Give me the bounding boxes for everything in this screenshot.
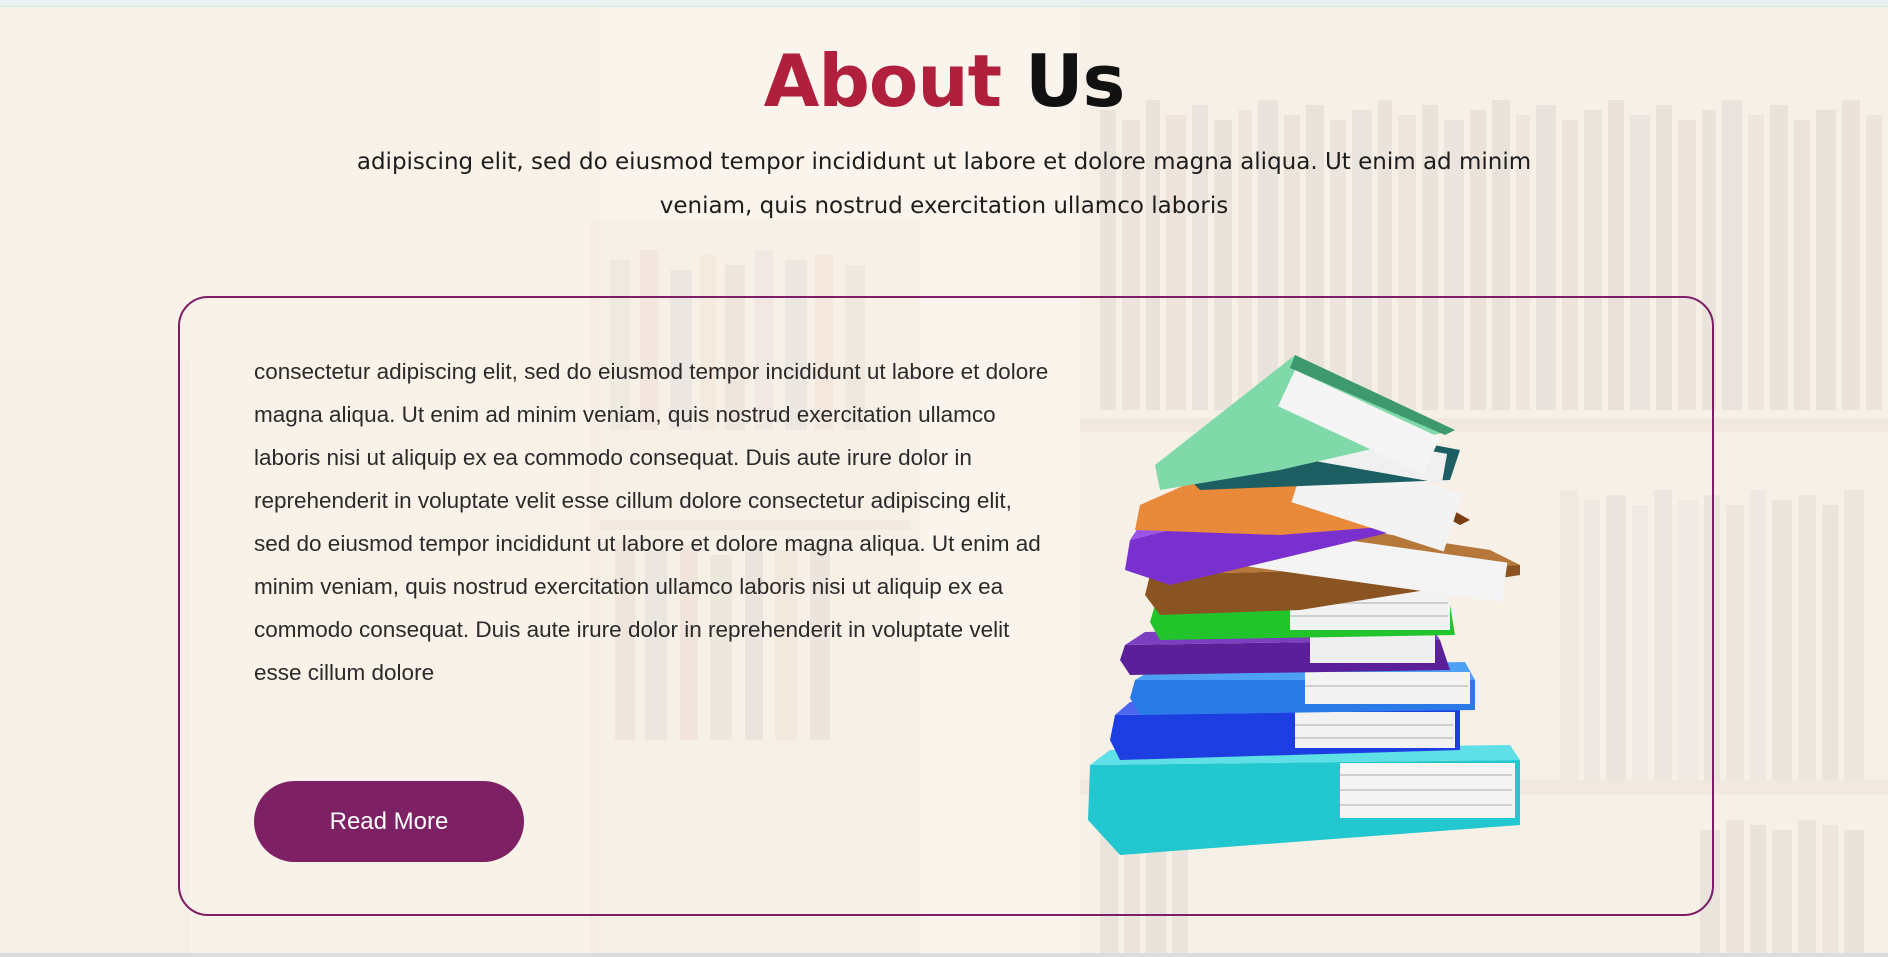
about-body-text: consectetur adipiscing elit, sed do eius… bbox=[254, 359, 1049, 685]
about-us-page: About Us adipiscing elit, sed do eiusmod… bbox=[0, 0, 1888, 957]
stack-of-books-icon bbox=[1080, 350, 1540, 860]
section-intro-text: adipiscing elit, sed do eiusmod tempor i… bbox=[356, 149, 1532, 219]
read-more-button[interactable]: Read More bbox=[254, 781, 524, 862]
section-title: About Us bbox=[0, 38, 1888, 124]
title-rest-word: Us bbox=[1025, 39, 1125, 123]
title-accent-word: About bbox=[763, 39, 1002, 123]
top-border bbox=[0, 0, 1888, 7]
bottom-border bbox=[0, 953, 1888, 957]
